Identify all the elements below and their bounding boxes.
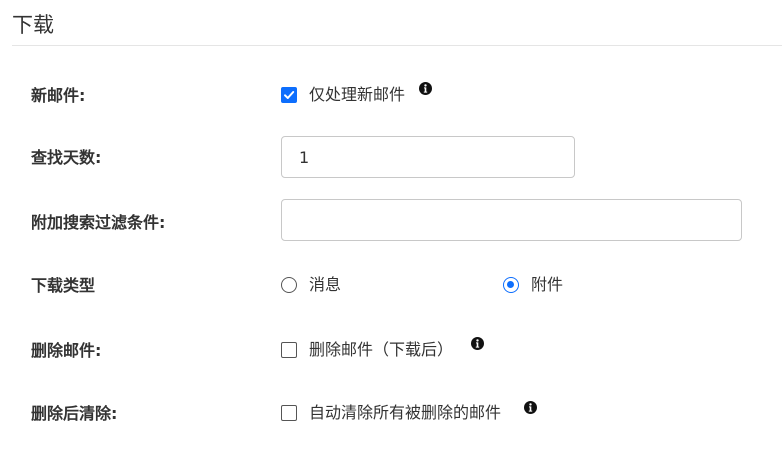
delete-mail-label: 删除邮件: (31, 341, 102, 360)
info-icon[interactable] (471, 337, 484, 350)
purge-after-delete-checkbox-label[interactable]: 自动清除所有被删除的邮件 (309, 403, 501, 423)
search-days-input[interactable] (281, 136, 575, 178)
download-type-attachment-radio[interactable] (503, 277, 519, 293)
section-header: 下载 (12, 8, 782, 46)
delete-mail-checkbox[interactable] (281, 342, 297, 358)
new-mail-checkbox-label[interactable]: 仅处理新邮件 (309, 85, 405, 105)
extra-filter-label: 附加搜索过滤条件: (31, 213, 166, 232)
delete-mail-checkbox-label[interactable]: 删除邮件（下载后） (309, 340, 453, 360)
section-title: 下载 (12, 13, 54, 37)
download-type-message-radio[interactable] (281, 277, 297, 293)
new-mail-label: 新邮件: (31, 86, 86, 105)
new-mail-checkbox[interactable] (281, 87, 297, 103)
purge-after-delete-checkbox[interactable] (281, 405, 297, 421)
info-icon[interactable] (524, 401, 537, 414)
purge-after-delete-label: 删除后清除: (31, 404, 118, 423)
search-days-label: 查找天数: (31, 148, 102, 167)
extra-filter-input[interactable] (281, 199, 742, 241)
download-type-label: 下载类型 (31, 276, 96, 295)
download-type-message-label[interactable]: 消息 (309, 275, 341, 295)
info-icon[interactable] (419, 82, 432, 95)
download-type-attachment-label[interactable]: 附件 (531, 275, 563, 295)
